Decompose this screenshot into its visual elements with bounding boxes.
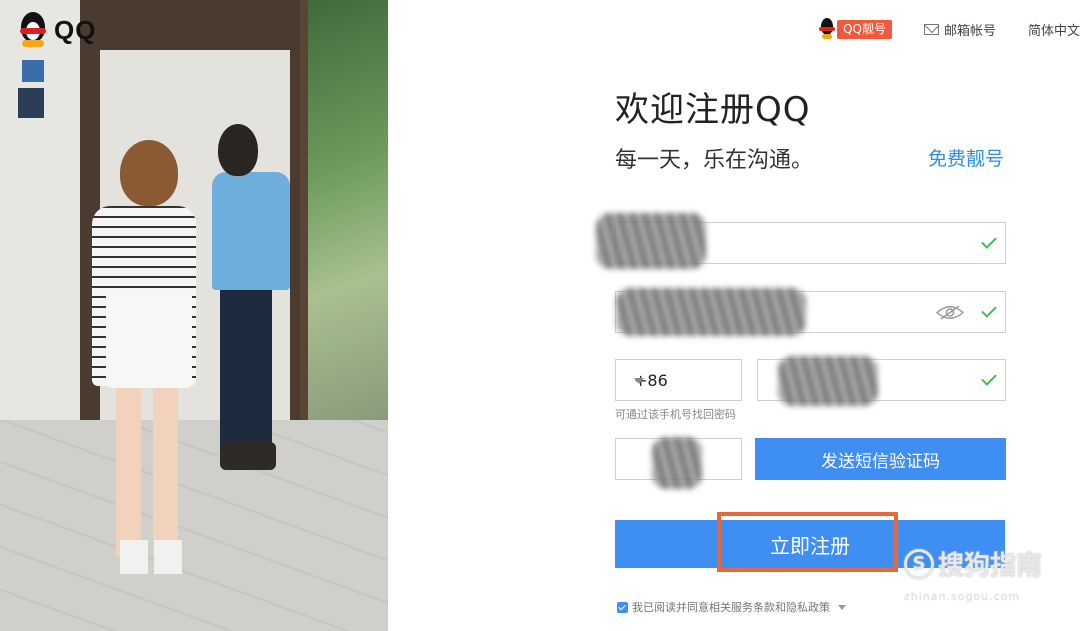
chevron-down-icon [634,378,644,384]
watermark-url: zhinan.sogou.com [904,590,1021,603]
qq-penguin-icon [18,12,48,48]
watermark: S 搜狗指南 [904,545,1042,582]
valid-check-icon [981,302,997,318]
hero-photo [0,0,388,631]
logo-text: QQ [54,14,97,45]
photo-girl-head [120,140,178,206]
photo-boy-shirt [212,172,290,290]
qq-lianghao-badge: QQ靓号 [837,19,892,39]
photo-girl-shoes [120,540,182,574]
nav-qq-lianghao[interactable]: QQ靓号 [819,18,892,40]
nav-mail-account[interactable]: 邮箱帐号 [923,20,996,39]
valid-check-icon [981,233,997,249]
sms-code-input[interactable] [615,437,742,489]
photo-door-number [18,88,44,118]
photo-pavement [0,420,388,631]
mail-icon [923,23,939,35]
photo-girl-shorts [106,290,192,388]
password-input[interactable] [615,288,1006,336]
watermark-text: 搜狗指南 [938,551,1043,581]
redacted-blur [652,437,702,489]
page-subtitle: 每一天，乐在沟通。 [615,148,814,173]
nav-mail-label: 邮箱帐号 [943,23,996,39]
qq-penguin-icon [819,18,836,40]
phone-hint: 可通过该手机号找回密码 [615,408,736,421]
redacted-blur [778,356,878,406]
photo-boy-head [218,124,258,176]
country-code-select[interactable]: +86 [615,359,742,401]
agreement-text: 我已阅读并同意相关服务条款和隐私政策 [632,601,830,614]
agreement-checkbox[interactable] [617,601,628,613]
top-nav: QQ靓号 邮箱帐号 简体中文 [819,18,1080,40]
phone-input[interactable] [757,356,1006,406]
redacted-blur [616,288,806,336]
photo-boy-legs [220,288,272,448]
photo-street-sign [22,60,44,82]
page-title: 欢迎注册QQ [615,90,811,130]
valid-check-icon [981,370,997,386]
chevron-down-icon[interactable] [838,604,846,610]
redacted-blur [596,213,706,269]
nickname-input[interactable] [596,213,1006,269]
photo-boy-shoes [220,442,276,470]
qq-logo[interactable]: QQ [18,12,96,48]
language-selector[interactable]: 简体中文 [1028,20,1080,39]
eye-hidden-icon[interactable] [935,304,965,321]
send-sms-button[interactable]: 发送短信验证码 [755,438,1006,480]
sogou-logo-icon: S [904,548,934,579]
agreement-row[interactable]: 我已阅读并同意相关服务条款和隐私政策 [617,599,846,615]
free-lianghao-link[interactable]: 免费靓号 [928,144,1004,171]
photo-glass-window [300,0,388,470]
photo-girl-legs [116,386,178,556]
